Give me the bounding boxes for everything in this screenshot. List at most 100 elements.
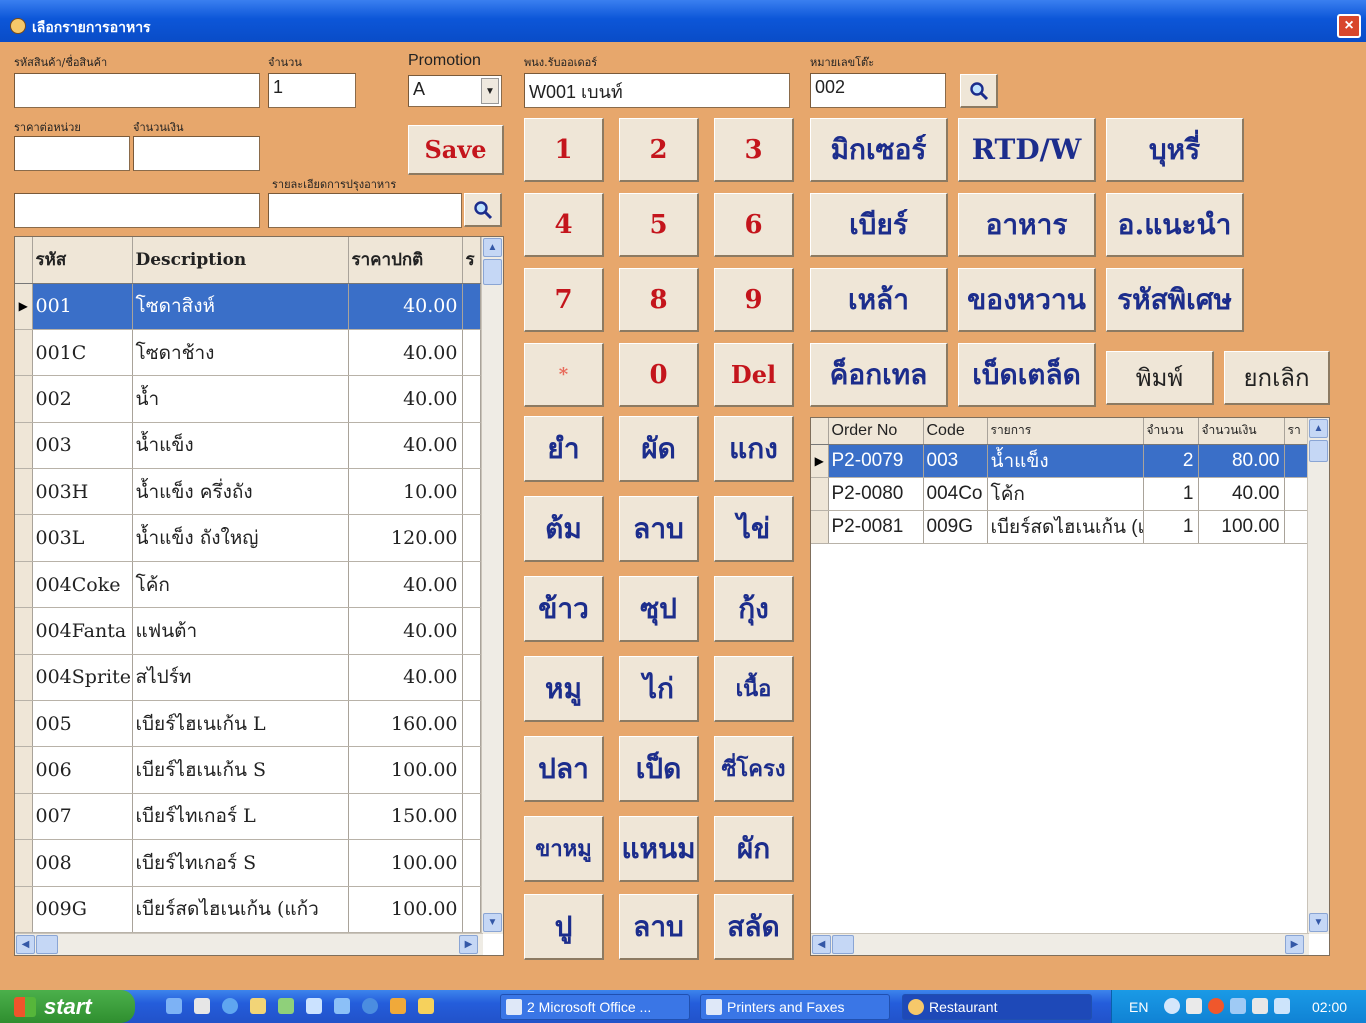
taskbar-item-office[interactable]: 2 Microsoft Office ... xyxy=(500,994,690,1020)
category-button[interactable]: อาหาร xyxy=(958,193,1096,257)
close-button[interactable]: × xyxy=(1337,14,1361,38)
food-key-button[interactable]: เป็ด xyxy=(619,736,699,802)
product-input[interactable] xyxy=(14,73,260,108)
food-key-button[interactable]: ผัก xyxy=(714,816,794,882)
food-key-button[interactable]: หมู xyxy=(524,656,604,722)
quicklaunch-icon[interactable] xyxy=(390,998,406,1014)
food-key-button[interactable]: ไก่ xyxy=(619,656,699,722)
header-code[interactable]: Code xyxy=(923,418,988,445)
qty-input[interactable]: 1 xyxy=(268,73,356,108)
table-row[interactable]: P2-0080 004Co โค้ก 1 40.00 xyxy=(811,477,1309,511)
food-key-button[interactable]: เนื้อ xyxy=(714,656,794,722)
keypad-5-button[interactable]: 5 xyxy=(619,193,699,257)
food-key-button[interactable]: ซี่โครง xyxy=(714,736,794,802)
quicklaunch-icon[interactable] xyxy=(194,998,210,1014)
unit-price-input[interactable] xyxy=(14,136,130,171)
table-row[interactable]: 003H น้ำแข็ง ครึ่งถัง 10.00 xyxy=(15,468,481,516)
food-key-button[interactable]: แหนม xyxy=(619,816,699,882)
orders-vscroll[interactable]: ▲ ▼ xyxy=(1307,418,1329,934)
keypad-1-button[interactable]: 1 xyxy=(524,118,604,182)
table-no-input[interactable]: 002 xyxy=(810,73,946,108)
category-button[interactable]: อ.แนะนำ xyxy=(1106,193,1244,257)
taskbar-item-restaurant[interactable]: Restaurant xyxy=(902,994,1092,1020)
products-grid[interactable]: รหัส Description ราคาปกติ ร ▶ 001 โซดาสิงห… xyxy=(14,236,504,956)
cooking-search-button[interactable] xyxy=(464,193,502,227)
category-button[interactable]: ของหวาน xyxy=(958,268,1096,332)
food-key-button[interactable]: ลาบ xyxy=(619,894,699,960)
scroll-left-icon[interactable]: ◀ xyxy=(16,935,35,954)
tray-icon[interactable] xyxy=(1164,998,1180,1014)
cancel-button[interactable]: ยกเลิก xyxy=(1224,351,1330,405)
promotion-select[interactable]: A ▼ xyxy=(408,75,502,107)
scroll-left-icon[interactable]: ◀ xyxy=(812,935,831,954)
header-qty[interactable]: จำนวน xyxy=(1143,418,1199,445)
language-indicator[interactable]: EN xyxy=(1129,999,1148,1015)
category-button[interactable]: RTD/W xyxy=(958,118,1096,182)
quicklaunch-icon[interactable] xyxy=(306,998,322,1014)
food-key-button[interactable]: ไข่ xyxy=(714,496,794,562)
food-key-button[interactable]: สลัด xyxy=(714,894,794,960)
save-button[interactable]: Save xyxy=(408,125,504,175)
orders-hscroll[interactable]: ◀ ▶ xyxy=(811,933,1309,955)
keypad-7-button[interactable]: 7 xyxy=(524,268,604,332)
keypad-9-button[interactable]: 9 xyxy=(714,268,794,332)
table-row[interactable]: 004Sprite สไปร์ท 40.00 xyxy=(15,654,481,702)
scroll-up-icon[interactable]: ▲ xyxy=(483,238,502,257)
orders-grid[interactable]: Order No Code รายการ จำนวน จำนวนเงิน รา … xyxy=(810,417,1330,956)
category-button[interactable]: รหัสพิเศษ xyxy=(1106,268,1244,332)
header-amount[interactable]: จำนวนเงิน xyxy=(1198,418,1285,445)
category-button[interactable]: เบียร์ xyxy=(810,193,948,257)
header-description[interactable]: Description xyxy=(132,237,349,284)
category-button[interactable]: มิกเซอร์ xyxy=(810,118,948,182)
header-price[interactable]: ราคาปกติ xyxy=(348,237,463,284)
food-key-button[interactable]: ลาบ xyxy=(619,496,699,562)
amount-input[interactable] xyxy=(133,136,260,171)
table-row[interactable]: 009G เบียร์สดไฮเนเก้น (แก้ว 100.00 xyxy=(15,886,481,933)
waiter-input[interactable]: W001 เบนท์ xyxy=(524,73,790,108)
scroll-right-icon[interactable]: ▶ xyxy=(1285,935,1304,954)
quicklaunch-icon[interactable] xyxy=(222,998,238,1014)
table-row[interactable]: 004Coke โค้ก 40.00 xyxy=(15,561,481,609)
start-button[interactable]: start xyxy=(0,990,135,1023)
scroll-up-icon[interactable]: ▲ xyxy=(1309,419,1328,438)
food-key-button[interactable]: ซุป xyxy=(619,576,699,642)
tray-icon[interactable] xyxy=(1274,998,1290,1014)
hscroll-thumb[interactable] xyxy=(832,935,854,954)
header-order-no[interactable]: Order No xyxy=(828,418,924,445)
food-key-button[interactable]: ข้าว xyxy=(524,576,604,642)
tray-icon[interactable] xyxy=(1252,998,1268,1014)
header-extra[interactable]: รา xyxy=(1284,418,1309,445)
quicklaunch-icon[interactable] xyxy=(278,998,294,1014)
food-key-button[interactable]: กุ้ง xyxy=(714,576,794,642)
category-button[interactable]: ค็อกเทล xyxy=(810,343,948,407)
table-row[interactable]: P2-0081 009G เบียร์สดไฮเนเก้น (แ 1 100.00 xyxy=(811,510,1309,544)
scroll-thumb[interactable] xyxy=(1309,440,1328,462)
print-button[interactable]: พิมพ์ xyxy=(1106,351,1214,405)
scroll-thumb[interactable] xyxy=(483,259,502,285)
table-row[interactable]: 001C โซดาช้าง 40.00 xyxy=(15,329,481,377)
header-extra[interactable]: ร xyxy=(462,237,481,284)
keypad-2-button[interactable]: 2 xyxy=(619,118,699,182)
table-row[interactable]: 002 น้ำ 40.00 xyxy=(15,375,481,423)
table-row[interactable]: 007 เบียร์ไทเกอร์ L 150.00 xyxy=(15,793,481,841)
food-key-button[interactable]: ผัด xyxy=(619,416,699,482)
cooking-detail-input[interactable] xyxy=(268,193,462,228)
table-row[interactable]: 004Fanta แฟนต้า 40.00 xyxy=(15,607,481,655)
keypad-8-button[interactable]: 8 xyxy=(619,268,699,332)
table-row[interactable]: 006 เบียร์ไฮเนเก้น S 100.00 xyxy=(15,746,481,794)
food-key-button[interactable]: ปลา xyxy=(524,736,604,802)
food-key-button[interactable]: ขาหมู xyxy=(524,816,604,882)
scroll-down-icon[interactable]: ▼ xyxy=(483,913,502,932)
keypad-4-button[interactable]: 4 xyxy=(524,193,604,257)
keypad-3-button[interactable]: 3 xyxy=(714,118,794,182)
keypad-star-button[interactable]: * xyxy=(524,343,604,407)
quicklaunch-icon[interactable] xyxy=(418,998,434,1014)
quicklaunch-icon[interactable] xyxy=(166,998,182,1014)
keypad-del-button[interactable]: Del xyxy=(714,343,794,407)
hscroll-thumb[interactable] xyxy=(36,935,58,954)
table-row[interactable]: 008 เบียร์ไทเกอร์ S 100.00 xyxy=(15,839,481,887)
scroll-right-icon[interactable]: ▶ xyxy=(459,935,478,954)
table-row[interactable]: ▶ P2-0079 003 น้ำแข็ง 2 80.00 xyxy=(811,444,1309,478)
tray-icon[interactable] xyxy=(1186,998,1202,1014)
category-button[interactable]: เหล้า xyxy=(810,268,948,332)
